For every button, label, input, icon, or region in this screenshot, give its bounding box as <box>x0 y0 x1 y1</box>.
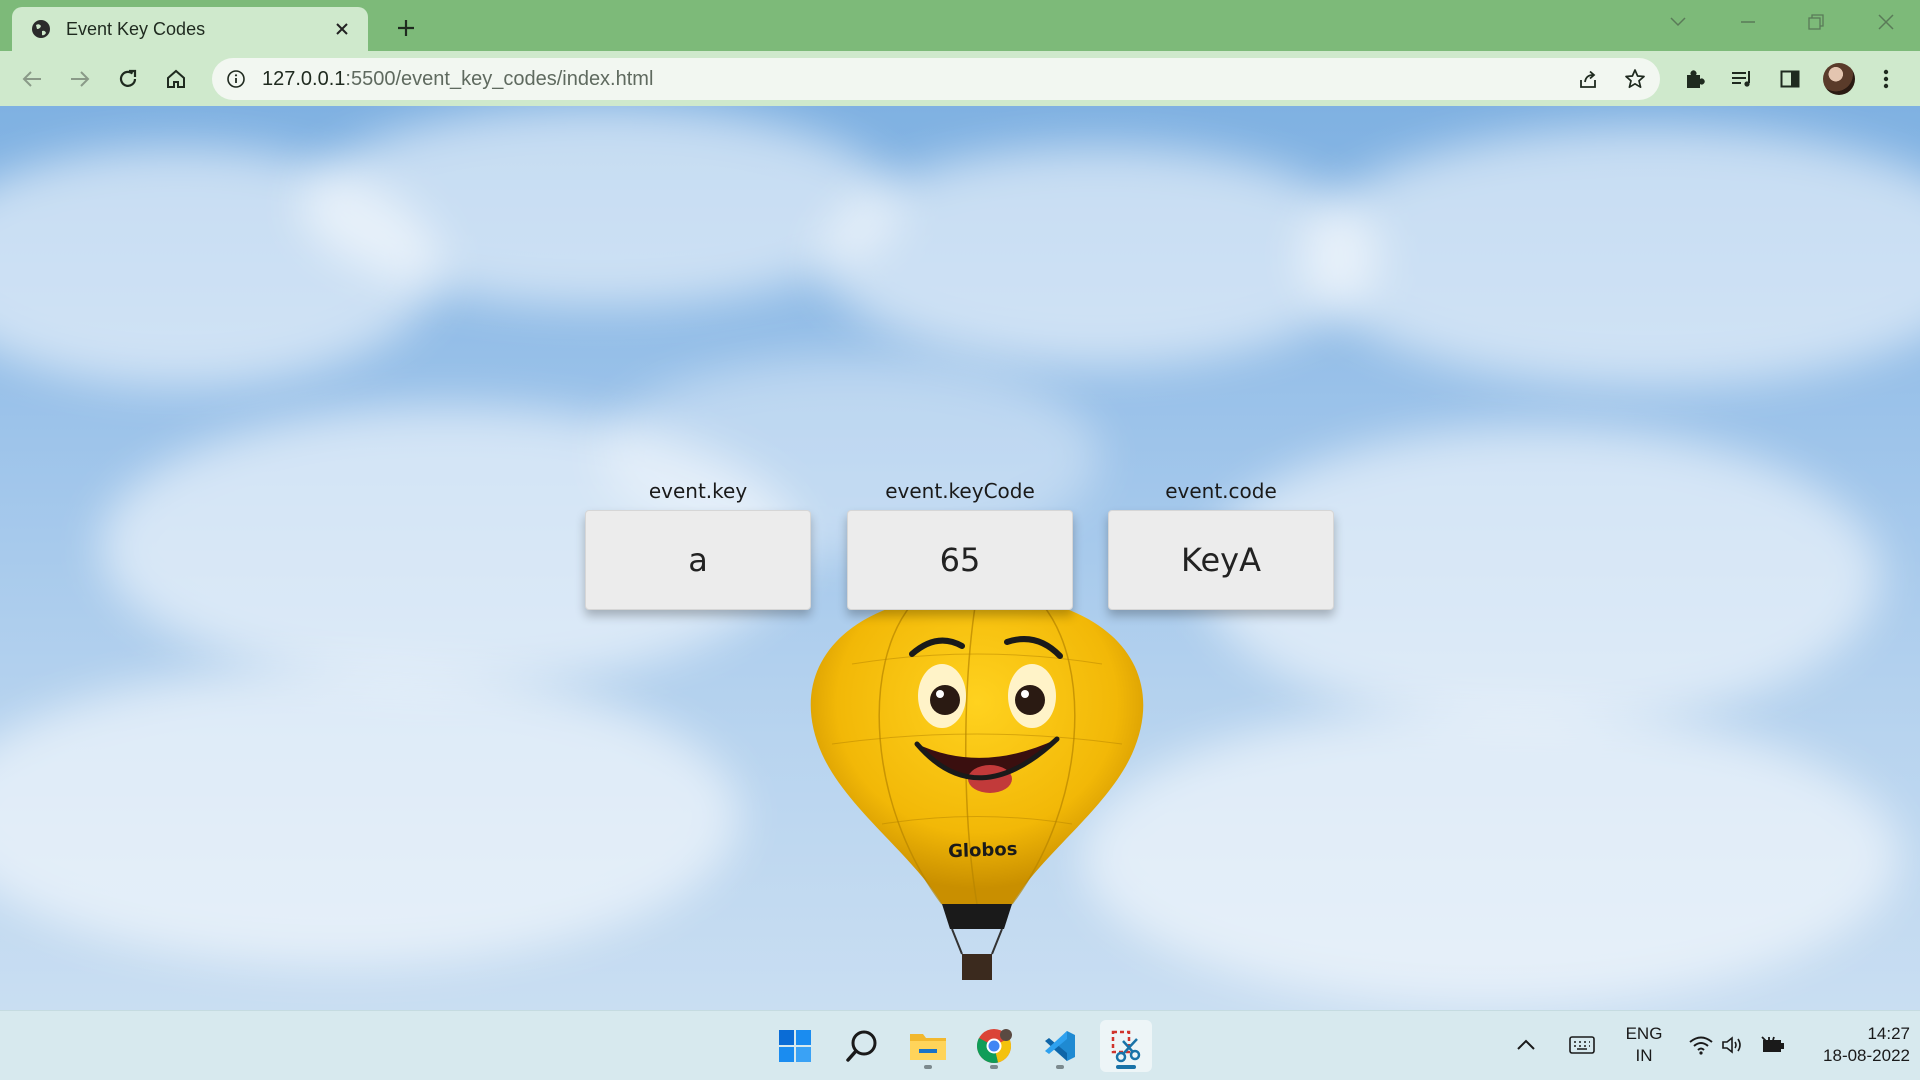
globe-icon <box>30 18 52 40</box>
address-bar[interactable]: 127.0.0.1:5500/event_key_codes/index.htm… <box>212 58 1660 100</box>
balloon-logo-text: Globos <box>948 839 1018 862</box>
snipping-tool-icon[interactable] <box>1100 1020 1152 1072</box>
tab-search-icon[interactable] <box>1644 0 1712 44</box>
reload-icon[interactable] <box>109 60 147 98</box>
search-icon[interactable] <box>836 1020 888 1072</box>
clock-date: 18-08-2022 <box>1823 1046 1910 1065</box>
share-icon[interactable] <box>1573 64 1603 94</box>
url-host: 127.0.0.1 <box>262 68 346 90</box>
key-card-event-key: event.key a <box>585 476 811 610</box>
more-menu-icon[interactable] <box>1867 60 1905 98</box>
close-tab-icon[interactable] <box>330 17 354 41</box>
site-info-icon[interactable] <box>224 67 248 91</box>
hot-air-balloon-image: Globos <box>792 584 1162 1004</box>
windows-start-icon[interactable] <box>769 1020 821 1072</box>
minimize-button[interactable] <box>1714 0 1782 44</box>
clock-time: 14:27 <box>1867 1024 1910 1043</box>
event-code-value: KeyA <box>1108 510 1334 610</box>
profile-avatar[interactable] <box>1823 63 1855 95</box>
language-region: IN <box>1635 1046 1653 1065</box>
home-icon[interactable] <box>157 60 195 98</box>
battery-charging-icon[interactable] <box>1758 1012 1788 1078</box>
event-keycode-value: 65 <box>847 510 1073 610</box>
chevron-up-icon[interactable] <box>1508 1012 1544 1078</box>
key-card-event-code: event.code KeyA <box>1108 476 1334 610</box>
close-window-button[interactable] <box>1852 0 1920 44</box>
keyboard-icon[interactable] <box>1560 1012 1604 1078</box>
restore-button[interactable] <box>1782 0 1850 44</box>
wifi-icon[interactable] <box>1686 1012 1716 1078</box>
url-text[interactable]: 127.0.0.1:5500/event_key_codes/index.htm… <box>262 68 653 91</box>
bookmark-star-icon[interactable] <box>1620 64 1650 94</box>
media-controls-icon[interactable] <box>1723 60 1761 98</box>
extensions-puzzle-icon[interactable] <box>1675 60 1713 98</box>
tab-strip: Event Key Codes <box>0 0 1920 51</box>
forward-arrow-icon[interactable] <box>61 60 99 98</box>
clock[interactable]: 14:27 18-08-2022 <box>1800 1012 1910 1078</box>
event-key-value: a <box>585 510 811 610</box>
volume-icon[interactable] <box>1718 1012 1748 1078</box>
language-code: ENG <box>1625 1024 1663 1043</box>
url-path: :5500/event_key_codes/index.html <box>345 68 654 90</box>
event-keycode-label: event.keyCode <box>885 479 1035 503</box>
browser-tab-active[interactable]: Event Key Codes <box>12 7 368 51</box>
side-panel-icon[interactable] <box>1771 60 1809 98</box>
event-code-label: event.code <box>1165 479 1277 503</box>
browser-toolbar: 127.0.0.1:5500/event_key_codes/index.htm… <box>0 51 1920 106</box>
key-card-event-keycode: event.keyCode 65 <box>847 476 1073 610</box>
back-arrow-icon[interactable] <box>13 60 51 98</box>
page-viewport: Globos event.key a event.keyCode 65 even… <box>0 106 1920 1010</box>
file-explorer-icon[interactable] <box>902 1020 954 1072</box>
new-tab-button[interactable] <box>390 12 422 44</box>
vscode-icon[interactable] <box>1034 1020 1086 1072</box>
chrome-icon[interactable] <box>968 1020 1020 1072</box>
tab-title: Event Key Codes <box>66 18 206 39</box>
language-indicator[interactable]: ENG IN <box>1612 1012 1676 1078</box>
event-key-label: event.key <box>648 479 748 503</box>
